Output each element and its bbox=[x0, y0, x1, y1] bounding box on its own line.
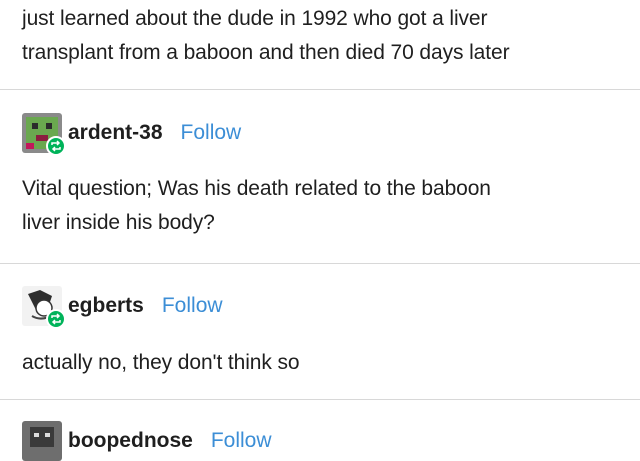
post-text-line: actually no, they don't think so bbox=[22, 351, 300, 374]
follow-button[interactable]: Follow bbox=[181, 121, 242, 145]
follow-button[interactable]: Follow bbox=[211, 429, 272, 453]
avatar[interactable] bbox=[22, 113, 66, 156]
post-text-line: Vital question; Was his death related to… bbox=[22, 177, 491, 200]
post-divider bbox=[0, 399, 640, 400]
original-post-body: just learned about the dude in 1992 who … bbox=[0, 0, 640, 70]
avatar[interactable] bbox=[22, 421, 62, 461]
post-divider bbox=[0, 263, 640, 264]
reblog-header-boopednose: boopednose Follow bbox=[22, 421, 272, 461]
avatar[interactable] bbox=[22, 286, 66, 329]
reblog-icon bbox=[46, 309, 66, 329]
reblog-icon bbox=[46, 136, 66, 156]
post-divider bbox=[0, 89, 640, 90]
reblog-post-body: actually no, they don't think so bbox=[0, 346, 640, 380]
username-link[interactable]: ardent-38 bbox=[68, 121, 163, 145]
reblog-header-ardent-38: ardent-38 Follow bbox=[22, 113, 242, 156]
reblog-header-egberts: egberts Follow bbox=[22, 286, 223, 329]
post-text-line: just learned about the dude in 1992 who … bbox=[22, 7, 488, 30]
post-text-line: transplant from a baboon and then died 7… bbox=[22, 41, 510, 64]
username-link[interactable]: boopednose bbox=[68, 429, 193, 453]
username-link[interactable]: egberts bbox=[68, 294, 144, 318]
reblog-post-body: Vital question; Was his death related to… bbox=[0, 172, 640, 240]
photo-face-avatar-icon bbox=[22, 421, 62, 461]
follow-button[interactable]: Follow bbox=[162, 294, 223, 318]
post-text-line: liver inside his body? bbox=[22, 211, 215, 234]
